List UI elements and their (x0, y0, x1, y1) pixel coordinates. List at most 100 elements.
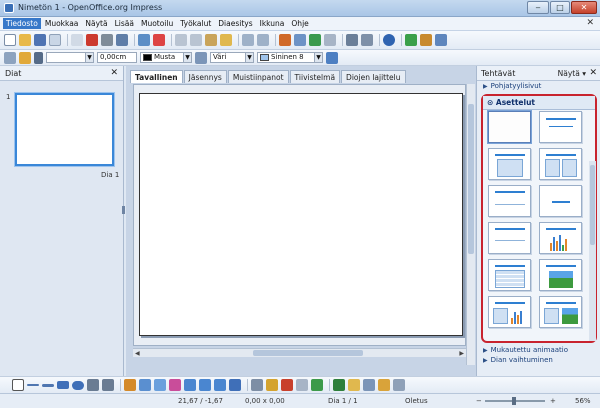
menu-tools[interactable]: Työkalut (177, 18, 214, 29)
tab-normal[interactable]: Tavallinen (130, 70, 183, 83)
stars-icon[interactable] (229, 379, 241, 391)
redo-icon[interactable] (257, 34, 269, 46)
layout-text-chart[interactable] (488, 296, 531, 328)
select-arrow-icon[interactable] (12, 379, 24, 391)
save-icon[interactable] (34, 34, 46, 46)
menu-window[interactable]: Ikkuna (257, 18, 288, 29)
close-pane-icon[interactable]: ✕ (589, 68, 597, 78)
menu-insert[interactable]: Lisää (112, 18, 137, 29)
line-width-field[interactable]: 0,00cm (97, 52, 137, 63)
slide-thumbnail[interactable] (15, 93, 114, 166)
line-style-select[interactable]: ▼ (46, 52, 94, 63)
menu-file[interactable]: Tiedosto (3, 18, 41, 29)
tab-slide-sorter[interactable]: Diojen lajittelu (341, 70, 406, 83)
format-paintbrush-icon[interactable] (220, 34, 232, 46)
scroll-right-icon[interactable]: ▶ (459, 350, 464, 357)
symbol-shapes-icon[interactable] (169, 379, 181, 391)
block-arrows-icon[interactable] (184, 379, 196, 391)
menu-format[interactable]: Muotoilu (138, 18, 176, 29)
tab-handout[interactable]: Tiivistelmä (289, 70, 341, 83)
slide-show-icon[interactable] (435, 34, 447, 46)
horizontal-scrollbar[interactable]: ◀ ▶ (133, 348, 466, 357)
section-custom-animation[interactable]: ▶ Mukautettu animaatio (477, 345, 600, 355)
slide-page[interactable] (139, 93, 463, 336)
copy-icon[interactable] (190, 34, 202, 46)
print-preview-icon[interactable] (116, 34, 128, 46)
layout-centered-text[interactable] (539, 185, 582, 217)
email-icon[interactable] (49, 34, 61, 46)
scroll-thumb[interactable] (590, 165, 595, 245)
cut-icon[interactable] (175, 34, 187, 46)
help-icon[interactable] (383, 34, 395, 46)
menu-slideshow[interactable]: Diaesitys (215, 18, 255, 29)
paste-icon[interactable] (205, 34, 217, 46)
connector-icon[interactable] (139, 379, 151, 391)
menu-edit[interactable]: Muokkaa (42, 18, 82, 29)
draw-functions-icon[interactable] (346, 34, 358, 46)
slide-layout-icon[interactable] (420, 34, 432, 46)
zoom-icon[interactable] (361, 34, 373, 46)
ellipse-icon[interactable] (72, 380, 84, 390)
points-icon[interactable] (251, 379, 263, 391)
maximize-button[interactable]: □ (550, 1, 570, 14)
layout-blank[interactable] (488, 111, 531, 143)
slide-design-icon[interactable] (405, 34, 417, 46)
navigator-icon[interactable] (309, 34, 321, 46)
toggle-3d-icon[interactable] (393, 379, 405, 391)
vertical-text-icon[interactable] (102, 379, 114, 391)
from-file-icon[interactable] (296, 379, 308, 391)
scroll-left-icon[interactable]: ◀ (135, 350, 140, 357)
export-pdf-icon[interactable] (86, 34, 98, 46)
area-icon[interactable] (195, 51, 207, 64)
menu-view[interactable]: Näytä (82, 18, 110, 29)
area-style-select[interactable]: Väri ▼ (210, 52, 254, 63)
view-menu-button[interactable]: Näytä ▾ (558, 69, 586, 78)
style-icon[interactable] (4, 51, 16, 64)
pane-resize-handle[interactable] (122, 206, 125, 214)
layout-title-text[interactable] (488, 185, 531, 217)
arrow-line-icon[interactable] (42, 383, 54, 387)
layout-text-image[interactable] (539, 296, 582, 328)
alignment-icon[interactable] (363, 379, 375, 391)
section-layouts[interactable]: ⊙ Asettelut (483, 96, 595, 110)
curve-icon[interactable] (124, 379, 136, 391)
chart-icon[interactable] (279, 34, 291, 46)
section-master-pages[interactable]: ▶ Pohjatyylisivut (477, 81, 600, 91)
scroll-thumb[interactable] (253, 350, 363, 356)
gallery-icon[interactable] (311, 379, 323, 391)
shadow-icon[interactable] (326, 51, 338, 64)
tab-notes[interactable]: Muistiinpanot (227, 70, 289, 83)
layout-title-chart[interactable] (539, 222, 582, 254)
autospellcheck-icon[interactable] (153, 34, 165, 46)
area-color-select[interactable]: Sininen 8 ▼ (257, 52, 323, 63)
display-views-icon[interactable] (324, 34, 336, 46)
flowchart-icon[interactable] (199, 379, 211, 391)
zoom-in-icon[interactable]: + (550, 397, 556, 405)
zoom-slider-knob[interactable] (512, 397, 516, 405)
print-icon[interactable] (101, 34, 113, 46)
close-document-icon[interactable]: ✕ (586, 18, 594, 28)
extrusion-icon[interactable] (333, 379, 345, 391)
close-pane-icon[interactable]: ✕ (110, 68, 118, 78)
line-icon[interactable] (19, 51, 31, 64)
arrange-icon[interactable] (378, 379, 390, 391)
zoom-out-icon[interactable]: − (476, 397, 482, 405)
impress-app-icon[interactable] (4, 3, 14, 13)
scroll-thumb[interactable] (468, 104, 474, 254)
layout-title-text-2[interactable] (488, 222, 531, 254)
vertical-scrollbar[interactable] (466, 84, 475, 365)
rectangle-icon[interactable] (57, 381, 69, 389)
section-slide-transition[interactable]: ▶ Dian vaihtuminen (477, 355, 600, 365)
minimize-button[interactable]: ‒ (527, 1, 549, 14)
menu-help[interactable]: Ohje (288, 18, 311, 29)
line-color-select[interactable]: Musta ▼ (140, 52, 192, 63)
spellcheck-icon[interactable] (138, 34, 150, 46)
layout-title-2content[interactable] (539, 148, 582, 180)
glue-points-icon[interactable] (266, 379, 278, 391)
undo-icon[interactable] (242, 34, 254, 46)
layout-table[interactable] (488, 259, 531, 291)
layout-title-content[interactable] (488, 148, 531, 180)
rotate-icon[interactable] (348, 379, 360, 391)
layout-title-only[interactable] (539, 111, 582, 143)
fontwork-icon[interactable] (281, 379, 293, 391)
